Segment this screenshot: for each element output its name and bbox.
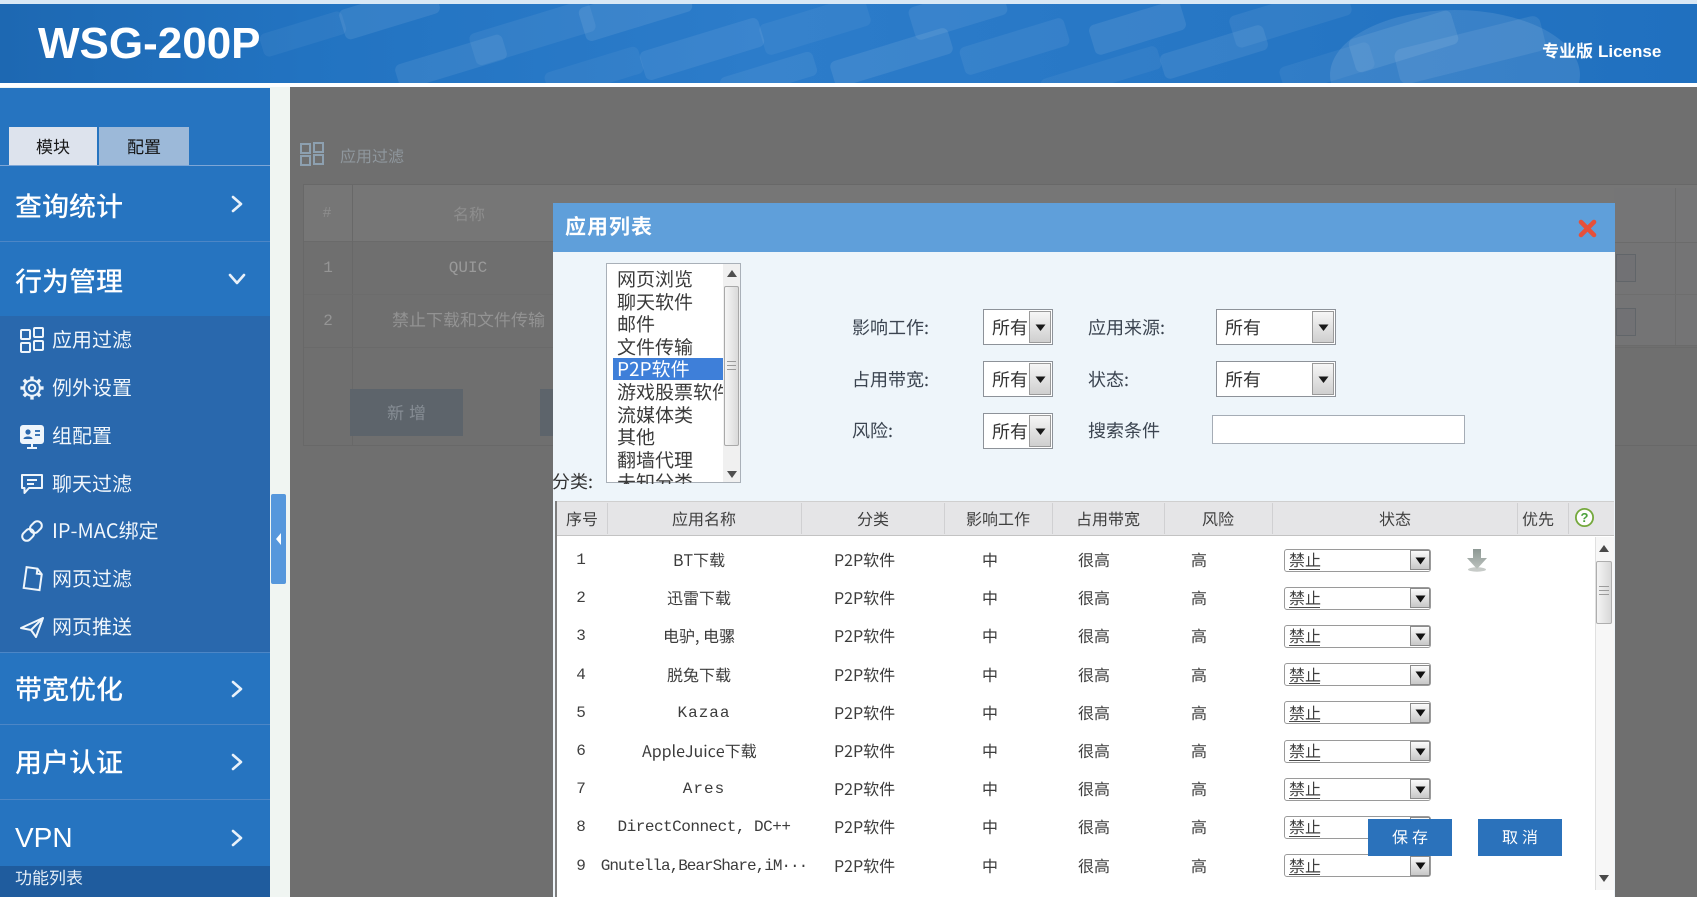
svg-text:?: ? (1581, 510, 1589, 525)
